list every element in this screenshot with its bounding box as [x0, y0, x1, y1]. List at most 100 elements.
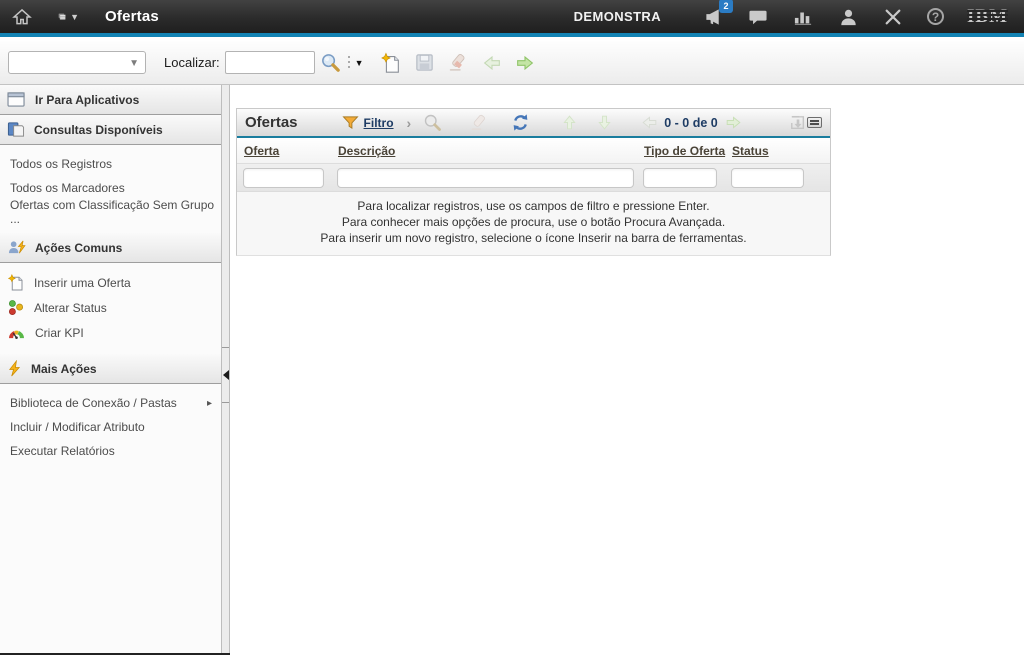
- search-options-caret-icon[interactable]: ▼: [355, 58, 364, 68]
- common-actions-list: Inserir uma Oferta Alterar Status Criar …: [0, 263, 221, 354]
- sidebar: Ir Para Aplicativos Consultas Disponívei…: [0, 85, 221, 655]
- go-to-applications-menu-icon[interactable]: ▼: [57, 6, 79, 28]
- sign-out-icon[interactable]: [882, 6, 904, 28]
- clear-icon-disabled: [469, 113, 489, 133]
- filter-toggle-link[interactable]: Filtro: [364, 116, 394, 130]
- previous-record-icon[interactable]: [481, 52, 503, 74]
- results-help-text: Para localizar registros, use os campos …: [237, 192, 830, 255]
- sidebar-header-label: Consultas Disponíveis: [34, 123, 163, 137]
- search-toolbar: ▼ Localizar: ▼: [0, 41, 1024, 85]
- toolbar-separator: [348, 56, 350, 70]
- more-actions-lightning-icon: [7, 360, 22, 377]
- home-icon[interactable]: [11, 6, 33, 28]
- ibm-logo-stripes: [967, 8, 1008, 25]
- sidebar-item-offers-without-group[interactable]: Ofertas com Classificação Sem Grupo ...: [0, 200, 221, 224]
- filter-input-tipo-de-oferta[interactable]: [643, 168, 717, 188]
- sidebar-item-all-records[interactable]: Todos os Registros: [0, 152, 221, 176]
- profile-icon[interactable]: [837, 6, 859, 28]
- previous-row-icon-disabled: [560, 113, 579, 132]
- help-line: Para conhecer mais opções de procura, us…: [237, 214, 830, 230]
- collapse-arrow-icon: [223, 370, 229, 380]
- query-combobox[interactable]: ▼: [8, 51, 146, 74]
- announcements-icon[interactable]: 2: [702, 6, 724, 28]
- list-item-label: Alterar Status: [34, 301, 107, 315]
- filter-input-oferta[interactable]: [243, 168, 324, 188]
- list-item-label: Ofertas com Classificação Sem Grupo ...: [10, 198, 221, 226]
- next-page-icon-disabled: [724, 113, 743, 132]
- download-icon-disabled: [789, 115, 807, 131]
- sidebar-item-create-kpi[interactable]: Criar KPI: [0, 320, 221, 345]
- sidebar-item-insert-offer[interactable]: Inserir uma Oferta: [0, 270, 221, 295]
- application-window-icon: [7, 92, 26, 108]
- sidebar-item-run-reports[interactable]: Executar Relatórios: [0, 439, 221, 463]
- list-item-label: Executar Relatórios: [10, 444, 115, 458]
- available-queries-list: Todos os Registros Todos os Marcadores O…: [0, 145, 221, 233]
- topbar-actions: DEMONSTRA 2 ? IBM: [574, 6, 1008, 28]
- list-item-label: Inserir uma Oferta: [34, 276, 131, 290]
- change-status-icon: [7, 299, 25, 317]
- username-label: DEMONSTRA: [574, 9, 661, 24]
- sidebar-section-more-actions[interactable]: Mais Ações: [0, 354, 221, 384]
- new-record-icon: [7, 273, 25, 292]
- filter-input-descricao[interactable]: [337, 168, 634, 188]
- chevron-down-icon: ▼: [129, 58, 139, 69]
- more-actions-list: Biblioteca de Conexão / Pastas ▸ Incluir…: [0, 384, 221, 472]
- new-record-icon[interactable]: [380, 52, 402, 74]
- chat-icon[interactable]: [747, 6, 769, 28]
- sidebar-header-label: Ações Comuns: [35, 241, 122, 255]
- filter-funnel-icon[interactable]: [342, 115, 359, 130]
- sidebar-section-available-queries[interactable]: Consultas Disponíveis: [0, 115, 221, 145]
- results-filter-row: [237, 164, 830, 192]
- sidebar-item-go-to-applications[interactable]: Ir Para Aplicativos: [0, 85, 221, 115]
- save-icon[interactable]: [414, 52, 435, 73]
- sidebar-item-attachment-library[interactable]: Biblioteca de Conexão / Pastas ▸: [0, 391, 221, 415]
- main-content: Ofertas Filtro › 0 -: [231, 85, 1024, 655]
- results-toolbar: Ofertas Filtro › 0 -: [237, 109, 830, 138]
- find-input[interactable]: [225, 51, 315, 74]
- kpi-gauge-icon: [7, 325, 26, 340]
- list-item-label: Todos os Registros: [10, 157, 112, 171]
- refresh-icon[interactable]: [511, 113, 530, 132]
- sidebar-header-label: Ir Para Aplicativos: [35, 93, 139, 107]
- clear-changes-icon[interactable]: [447, 52, 469, 74]
- help-line: Para localizar registros, use os campos …: [237, 198, 830, 214]
- results-column-headers: Oferta Descrição Tipo de Oferta Status: [237, 138, 830, 164]
- queries-icon: [7, 121, 25, 138]
- reports-chart-icon[interactable]: [792, 6, 814, 28]
- sidebar-item-all-bookmarks[interactable]: Todos os Marcadores: [0, 176, 221, 200]
- help-icon[interactable]: ?: [927, 8, 944, 25]
- next-row-icon-disabled: [595, 113, 614, 132]
- sidebar-item-change-status[interactable]: Alterar Status: [0, 295, 221, 320]
- column-header-tipo-de-oferta[interactable]: Tipo de Oferta: [637, 144, 725, 158]
- common-actions-icon: [7, 239, 26, 256]
- pagination-label: 0 - 0 de 0: [664, 116, 718, 130]
- app-title: Ofertas: [105, 8, 159, 25]
- sidebar-splitter[interactable]: [221, 85, 230, 655]
- advanced-search-icon-disabled[interactable]: [422, 112, 443, 133]
- results-title: Ofertas: [245, 114, 298, 131]
- list-item-label: Biblioteca de Conexão / Pastas: [10, 396, 177, 410]
- sidebar-collapse-handle[interactable]: [222, 347, 229, 403]
- column-header-descricao[interactable]: Descrição: [331, 144, 637, 158]
- ibm-logo: IBM: [967, 8, 1008, 25]
- results-panel: Ofertas Filtro › 0 -: [236, 108, 831, 256]
- notification-badge: 2: [719, 0, 733, 13]
- sidebar-header-label: Mais Ações: [31, 362, 97, 376]
- sidebar-section-common-actions[interactable]: Ações Comuns: [0, 233, 221, 263]
- previous-page-icon-disabled: [640, 113, 659, 132]
- sidebar-item-add-modify-attribute[interactable]: Incluir / Modificar Atributo: [0, 415, 221, 439]
- submenu-arrow-icon: ▸: [207, 398, 212, 409]
- next-record-icon[interactable]: [514, 52, 536, 74]
- search-icon[interactable]: [319, 51, 342, 74]
- column-header-oferta[interactable]: Oferta: [237, 144, 331, 158]
- chevron-down-icon: ▼: [70, 12, 79, 22]
- list-item-label: Todos os Marcadores: [10, 181, 125, 195]
- filter-input-status[interactable]: [731, 168, 804, 188]
- list-item-label: Criar KPI: [35, 326, 84, 340]
- find-label: Localizar:: [164, 55, 220, 70]
- help-line: Para inserir um novo registro, selecione…: [237, 230, 830, 246]
- column-header-status[interactable]: Status: [725, 144, 813, 158]
- chevron-right-icon: ›: [407, 115, 412, 131]
- list-item-label: Incluir / Modificar Atributo: [10, 420, 145, 434]
- minimize-panel-button[interactable]: [807, 117, 822, 128]
